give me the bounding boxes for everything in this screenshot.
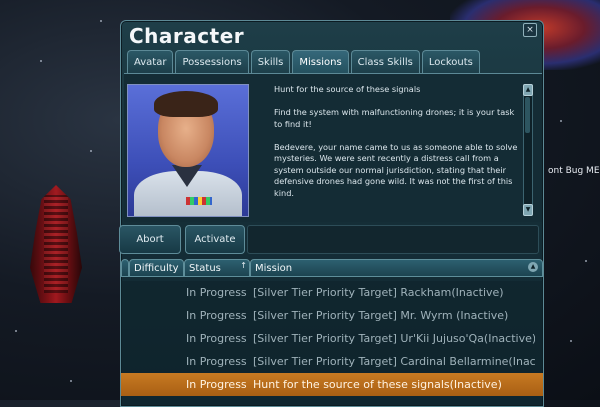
tab-class-skills[interactable]: Class Skills [350, 50, 420, 74]
table-row[interactable]: In Progress [Silver Tier Priority Target… [121, 281, 543, 304]
cell-difficulty [121, 304, 184, 327]
cell-status: In Progress [186, 355, 247, 368]
table-scroll-up-icon[interactable]: ▲ [528, 262, 538, 272]
mission-description-body: Bedevere, your name came to us as someon… [274, 141, 518, 198]
cell-status: In Progress [186, 378, 247, 391]
cell-difficulty [121, 327, 184, 350]
cell-status: In Progress [186, 332, 247, 345]
column-header-difficulty[interactable]: Difficulty [129, 259, 184, 277]
cell-mission: Hunt for the source of these signals(Ina… [253, 378, 502, 391]
character-portrait [127, 84, 249, 217]
cell-difficulty [121, 281, 184, 304]
cell-mission: [Silver Tier Priority Target] Mr. Wyrm (… [253, 309, 509, 322]
cell-mission: [Silver Tier Priority Target] Rackham(In… [253, 286, 504, 299]
window-title: Character [129, 24, 245, 48]
activate-button[interactable]: Activate [185, 225, 245, 254]
mission-description-objective: Find the system with malfunctioning dron… [274, 107, 515, 129]
sort-arrow-icon: ↑ [240, 261, 247, 270]
mission-table: Difficulty Status ↑ Mission ▲ In Progres… [121, 259, 543, 406]
scroll-up-icon[interactable]: ▲ [523, 84, 533, 96]
button-bar-strip [247, 225, 539, 254]
table-row[interactable]: In Progress [Silver Tier Priority Target… [121, 304, 543, 327]
background-ship-left [30, 185, 82, 303]
cell-difficulty [121, 373, 184, 396]
character-window: Character × Avatar Possessions Skills Mi… [119, 20, 544, 407]
tab-lockouts[interactable]: Lockouts [421, 50, 480, 74]
mission-detail-panel: Hunt for the source of these signals Fin… [124, 73, 542, 222]
cell-mission: [Silver Tier Priority Target] Cardinal B… [253, 355, 535, 368]
column-header-mission[interactable]: Mission [250, 259, 543, 277]
abort-button[interactable]: Abort [119, 225, 181, 254]
tab-skills[interactable]: Skills [250, 50, 291, 74]
mission-description-title: Hunt for the source of these signals [274, 84, 421, 94]
cell-mission: [Silver Tier Priority Target] Ur'Kii Juj… [253, 332, 535, 345]
tab-bar: Avatar Possessions Skills Missions Class… [127, 50, 480, 74]
column-header-status[interactable]: Status ↑ [184, 259, 250, 277]
table-row[interactable]: In Progress [Silver Tier Priority Target… [121, 350, 543, 373]
cell-difficulty [121, 350, 184, 373]
cell-status: In Progress [186, 286, 247, 299]
tab-missions[interactable]: Missions [292, 50, 349, 74]
table-row-selected[interactable]: In Progress Hunt for the source of these… [121, 373, 543, 396]
cell-status: In Progress [186, 309, 247, 322]
tab-avatar[interactable]: Avatar [127, 50, 174, 74]
column-edge [121, 259, 129, 277]
mission-table-body: In Progress [Silver Tier Priority Target… [121, 281, 543, 396]
description-scrollbar[interactable]: ▲ ▼ [523, 84, 533, 216]
close-button[interactable]: × [523, 23, 537, 37]
scroll-thumb[interactable] [525, 97, 530, 133]
tab-possessions[interactable]: Possessions [175, 50, 249, 74]
scroll-down-icon[interactable]: ▼ [523, 204, 533, 216]
table-row[interactable]: In Progress [Silver Tier Priority Target… [121, 327, 543, 350]
background-player-label: ont Bug ME [548, 166, 600, 176]
mission-description: Hunt for the source of these signals Fin… [274, 84, 524, 214]
column-header-status-label: Status [189, 263, 221, 274]
mission-table-header: Difficulty Status ↑ Mission ▲ [121, 259, 543, 277]
